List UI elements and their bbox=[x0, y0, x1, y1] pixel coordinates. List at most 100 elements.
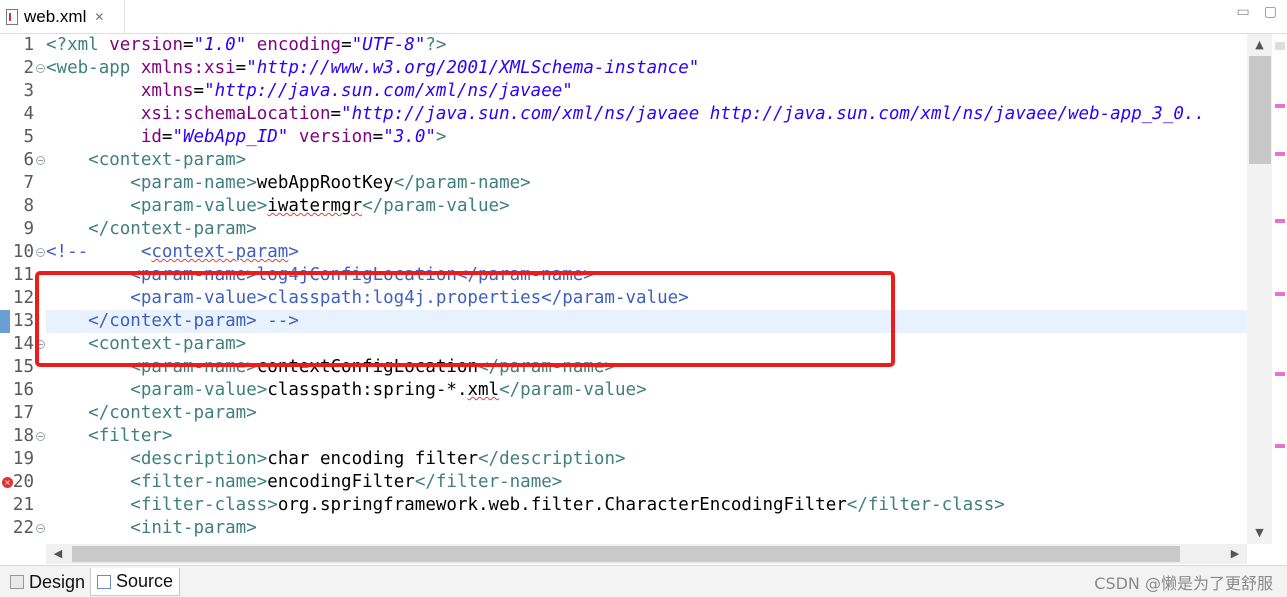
code-line[interactable]: <web-app xmlns:xsi="http://www.w3.org/20… bbox=[46, 57, 699, 80]
minimize-icon[interactable]: ▭ bbox=[1237, 4, 1250, 20]
code-token: description bbox=[499, 449, 615, 469]
code-token: "http://java.sun.com/xml/ns/javaee http:… bbox=[341, 104, 1205, 124]
line-number: 15 bbox=[12, 357, 34, 377]
xml-file-icon bbox=[6, 8, 18, 25]
line-number: 20 bbox=[12, 472, 34, 492]
code-token: > bbox=[256, 449, 268, 469]
code-line[interactable]: xsi:schemaLocation="http://java.sun.com/… bbox=[46, 103, 1205, 126]
code-line[interactable]: <!-- <context-param> bbox=[46, 241, 299, 264]
fold-toggle-icon[interactable]: − bbox=[36, 248, 45, 257]
code-line[interactable]: id="WebApp_ID" version="3.0"> bbox=[46, 126, 447, 149]
tab-design-label: Design bbox=[29, 571, 86, 592]
line-number: 11 bbox=[12, 265, 34, 285]
line-number: 7 bbox=[23, 173, 34, 193]
code-token: </ bbox=[393, 173, 415, 193]
maximize-icon[interactable]: ▢ bbox=[1264, 4, 1277, 20]
code-token: > bbox=[235, 334, 247, 354]
code-line[interactable]: <param-value>classpath:spring-*.xml</par… bbox=[46, 379, 646, 402]
code-line[interactable]: </context-param> --> bbox=[46, 310, 1248, 333]
window-controls: ▭ ▢ bbox=[1237, 4, 1277, 20]
code-line[interactable]: <filter-class>org.springframework.web.fi… bbox=[46, 494, 1005, 517]
line-number: 22 bbox=[12, 518, 34, 538]
scroll-right-icon[interactable]: ▶ bbox=[1223, 544, 1247, 564]
code-line[interactable]: </context-param> bbox=[46, 402, 257, 425]
overview-marker[interactable] bbox=[1275, 104, 1285, 108]
code-token: > bbox=[520, 173, 531, 193]
code-token: < bbox=[130, 449, 141, 469]
close-icon[interactable]: ✕ bbox=[94, 10, 104, 24]
source-editor[interactable]: × 1 2−3 4 5 6−7 8 9 10−11 12 13 14−15 16 17 18−19 20 21… bbox=[0, 33, 1287, 564]
code-token: param-name bbox=[140, 173, 247, 193]
overview-marker[interactable] bbox=[1275, 292, 1285, 296]
code-line[interactable]: </context-param> bbox=[46, 218, 257, 241]
code-token: </ bbox=[88, 403, 110, 423]
code-line[interactable]: <param-value>classpath:log4j.properties<… bbox=[46, 287, 688, 310]
overview-top-marker bbox=[1275, 42, 1285, 50]
line-number: 13 bbox=[12, 311, 34, 331]
code-token: iwatermgr bbox=[267, 196, 363, 216]
design-icon bbox=[10, 575, 24, 589]
code-line[interactable]: <description>char encoding filter</descr… bbox=[46, 448, 625, 471]
code-token: xmlns:xsi bbox=[140, 58, 236, 78]
code-line[interactable]: <param-value>iwatermgr</param-value> bbox=[46, 195, 510, 218]
overview-marker[interactable] bbox=[1275, 444, 1285, 448]
code-token: webAppRootKey bbox=[256, 173, 394, 193]
fold-toggle-icon[interactable]: − bbox=[36, 524, 45, 533]
horizontal-scroll-thumb[interactable] bbox=[72, 546, 1180, 562]
line-number: 16 bbox=[12, 380, 34, 400]
overview-marker[interactable] bbox=[1275, 219, 1285, 223]
code-token: xsi:schemaLocation bbox=[140, 104, 331, 124]
code-line[interactable]: xmlns="http://java.sun.com/xml/ns/javaee… bbox=[46, 80, 573, 103]
code-token: > bbox=[435, 127, 447, 147]
code-token: > bbox=[288, 242, 299, 262]
vertical-scroll-thumb[interactable] bbox=[1249, 56, 1271, 164]
horizontal-scrollbar[interactable]: ◀ ▶ bbox=[46, 544, 1247, 564]
editor-tab-web-xml[interactable]: web.xml ✕ bbox=[0, 0, 125, 33]
scroll-up-icon[interactable]: ▲ bbox=[1247, 34, 1272, 56]
code-token: "http://java.sun.com/xml/ns/javaee" bbox=[204, 81, 573, 101]
code-token: filter-class bbox=[140, 495, 268, 515]
overview-marker[interactable] bbox=[1275, 152, 1285, 156]
code-area[interactable]: <?xml version="1.0" encoding="UTF-8"?> <w… bbox=[46, 34, 1248, 544]
code-token: param-value bbox=[383, 196, 500, 216]
code-line[interactable]: <param-name>contextConfigLocation</param… bbox=[46, 356, 615, 379]
overview-marker[interactable] bbox=[1275, 372, 1285, 376]
line-number: 21 bbox=[12, 495, 34, 515]
code-line[interactable]: <param-name>webAppRootKey</param-name> bbox=[46, 172, 531, 195]
code-token: context-param bbox=[151, 242, 289, 262]
tab-design[interactable]: Design bbox=[4, 568, 91, 596]
scroll-down-icon[interactable]: ▼ bbox=[1247, 522, 1272, 544]
code-token: filter-name bbox=[435, 472, 552, 492]
code-token: param-name bbox=[140, 357, 247, 377]
overview-ruler bbox=[1272, 34, 1287, 544]
line-number: 8 bbox=[23, 196, 34, 216]
tab-source[interactable]: Source bbox=[90, 568, 181, 596]
vertical-scrollbar[interactable]: ▲ ▼ bbox=[1247, 34, 1272, 544]
code-token: > bbox=[551, 472, 563, 492]
code-line[interactable]: <filter> bbox=[46, 425, 172, 448]
fold-toggle-icon[interactable]: − bbox=[36, 156, 45, 165]
code-token: contextConfigLocation bbox=[256, 357, 479, 377]
code-line[interactable]: <init-param> bbox=[46, 517, 256, 540]
code-line[interactable]: <context-param> bbox=[46, 149, 246, 172]
tab-source-label: Source bbox=[116, 571, 174, 591]
fold-toggle-icon[interactable]: − bbox=[36, 340, 45, 349]
fold-toggle-icon[interactable]: − bbox=[36, 64, 45, 73]
code-line[interactable]: <?xml version="1.0" encoding="UTF-8"?> bbox=[46, 34, 446, 57]
code-token: > bbox=[499, 196, 510, 216]
code-token: > bbox=[235, 150, 247, 170]
code-token: > bbox=[256, 472, 268, 492]
scroll-left-icon[interactable]: ◀ bbox=[46, 544, 70, 564]
code-line[interactable]: <filter-name>encodingFilter</filter-name… bbox=[46, 471, 562, 494]
code-line[interactable]: <context-param> bbox=[46, 333, 246, 356]
editor-tab-bar: web.xml ✕ ▭ ▢ bbox=[0, 0, 1287, 33]
fold-toggle-icon[interactable]: − bbox=[36, 432, 45, 441]
code-token: filter bbox=[98, 426, 162, 446]
code-line[interactable]: <param-name>log4jConfigLocation</param-n… bbox=[46, 264, 594, 287]
line-number: 17 bbox=[12, 403, 34, 423]
